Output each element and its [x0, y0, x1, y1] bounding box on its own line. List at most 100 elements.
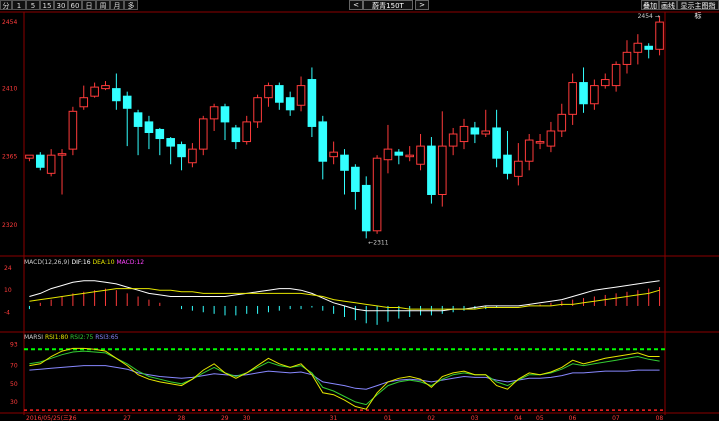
candle-body-18 — [220, 106, 230, 123]
candle-body-6 — [90, 86, 99, 97]
candle-body-49 — [557, 113, 567, 132]
candle-body-35 — [405, 154, 414, 158]
candle-body-57 — [644, 45, 654, 50]
candle-body-5 — [79, 97, 89, 108]
price-tick-3: 2320 — [2, 222, 17, 229]
candle-body-26 — [307, 79, 317, 127]
date-label-8: 02 — [427, 415, 435, 421]
candle-body-41 — [470, 127, 480, 135]
price-tick-0: 2454 — [2, 19, 17, 26]
candle-body-1 — [35, 154, 45, 168]
candle-body-43 — [492, 127, 501, 159]
candlestick-chart[interactable]: 24542410236523202454 →←23112410-49370503… — [0, 0, 719, 421]
candle-body-34 — [394, 151, 404, 156]
candle-body-15 — [188, 148, 197, 164]
candle-body-54 — [611, 63, 621, 87]
candle-body-8 — [112, 88, 121, 102]
candle-body-4 — [68, 110, 78, 150]
rsi-title: MARSI — [24, 334, 44, 341]
date-label-9: 03 — [471, 415, 479, 421]
candle-body-29 — [340, 154, 349, 171]
rsi2-line — [29, 350, 660, 406]
candle-body-10 — [133, 112, 143, 127]
candle-body-7 — [101, 85, 110, 90]
rsi1-value: RSI1:80 — [44, 334, 69, 341]
candle-body-23 — [275, 85, 284, 103]
candle-body-0 — [25, 154, 34, 159]
date-label-5: 30 — [243, 415, 251, 421]
macd-tick-0: 24 — [4, 265, 12, 272]
candle-body-12 — [155, 128, 165, 140]
date-label-11: 05 — [536, 415, 544, 421]
candle-body-53 — [600, 79, 610, 87]
candle-body-20 — [242, 121, 252, 143]
price-tick-1: 2410 — [2, 86, 17, 93]
date-label-12: 06 — [569, 415, 577, 421]
candle-body-38 — [437, 145, 447, 196]
macd-legend: MACD(12,26,9) DIF:16 DEA:10 MACD:12 — [24, 259, 144, 266]
candle-body-13 — [166, 138, 175, 147]
date-label-0: 2016/05/25(三) — [26, 415, 71, 421]
candle-body-36 — [416, 145, 425, 165]
date-label-6: 31 — [330, 415, 338, 421]
candle-body-50 — [568, 82, 577, 115]
candle-body-31 — [361, 184, 371, 232]
candle-body-32 — [372, 157, 382, 232]
candle-body-19 — [231, 127, 241, 143]
candle-body-3 — [57, 153, 67, 156]
candle-body-44 — [503, 154, 512, 174]
date-label-2: 27 — [123, 415, 131, 421]
candle-body-55 — [622, 51, 632, 65]
macd-macd-value: MACD:12 — [116, 259, 145, 266]
date-label-10: 04 — [514, 415, 522, 421]
date-label-3: 28 — [178, 415, 186, 421]
candle-body-24 — [285, 97, 295, 111]
rsi3-value: RSI3:65 — [95, 334, 119, 341]
candle-body-58 — [655, 21, 664, 50]
high-annotation: 2454 → — [638, 13, 660, 20]
candle-body-39 — [448, 133, 458, 147]
candle-body-14 — [177, 144, 186, 158]
date-label-4: 29 — [221, 415, 229, 421]
candle-body-40 — [459, 125, 469, 143]
macd-title: MACD(12,26,9) — [24, 259, 70, 266]
rsi2-value: RSI2:75 — [70, 334, 94, 341]
candle-body-37 — [427, 145, 436, 196]
macd-tick-1: 10 — [4, 287, 12, 294]
candle-body-17 — [209, 106, 219, 120]
price-tick-2: 2365 — [2, 154, 17, 161]
candle-body-46 — [524, 139, 534, 162]
candle-body-25 — [296, 85, 306, 106]
candle-body-2 — [46, 154, 56, 174]
low-annotation: ←2311 — [368, 239, 388, 246]
candle-body-45 — [514, 160, 523, 177]
candle-body-33 — [383, 148, 393, 161]
candle-body-52 — [590, 85, 599, 105]
candle-body-27 — [318, 121, 328, 162]
macd-dea-value: DEA:10 — [92, 259, 115, 266]
rsi-tick-0: 93 — [10, 342, 18, 349]
candle-body-42 — [481, 130, 491, 135]
rsi-tick-2: 50 — [10, 381, 18, 388]
rsi1-line — [29, 347, 660, 410]
candle-body-56 — [633, 42, 643, 53]
candle-body-16 — [198, 118, 208, 150]
rsi3-line — [29, 365, 660, 390]
date-label-14: 08 — [656, 415, 664, 421]
rsi-tick-1: 70 — [10, 363, 18, 370]
macd-tick-2: -4 — [4, 309, 10, 316]
macd-dif-value: DIF:16 — [71, 259, 91, 266]
candle-body-22 — [264, 85, 273, 99]
candle-body-9 — [122, 95, 132, 109]
candle-body-48 — [546, 130, 556, 147]
date-label-7: 01 — [384, 415, 392, 421]
rsi-tick-3: 30 — [10, 399, 18, 406]
candle-body-21 — [253, 97, 262, 123]
rsi-legend: MARSI RSI1:80 RSI2:75 RSI3:65 — [24, 334, 119, 341]
candle-body-47 — [535, 141, 545, 144]
date-label-1: 26 — [69, 415, 77, 421]
macd-dif-line — [29, 280, 660, 312]
candle-body-11 — [144, 121, 154, 133]
candle-body-30 — [351, 166, 360, 192]
candle-body-28 — [329, 151, 338, 158]
